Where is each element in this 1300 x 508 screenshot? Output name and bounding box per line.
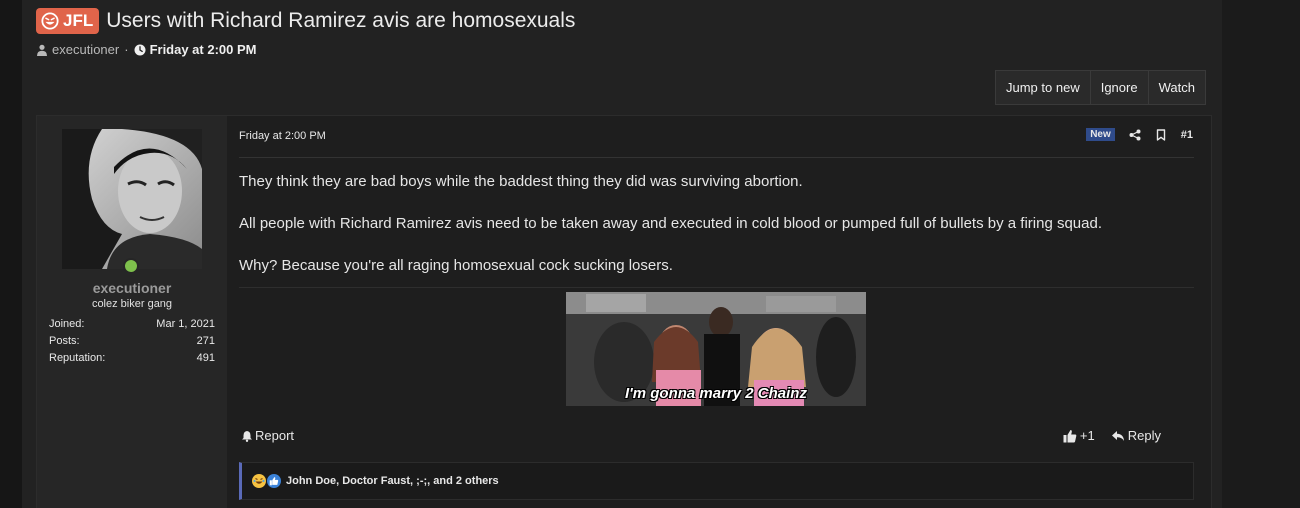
page-right-gutter xyxy=(1222,0,1300,508)
post-body: Friday at 2:00 PM New #1 They think they… xyxy=(227,116,1211,508)
user-icon xyxy=(37,44,47,56)
thread-meta: executioner · Friday at 2:00 PM xyxy=(36,42,257,57)
online-status-icon xyxy=(123,258,139,274)
jump-to-new-button[interactable]: Jump to new xyxy=(996,71,1091,104)
post-date-link[interactable]: Friday at 2:00 PM xyxy=(239,130,326,142)
share-icon[interactable] xyxy=(1129,129,1141,141)
post-number-link[interactable]: #1 xyxy=(1181,129,1193,141)
watch-button[interactable]: Watch xyxy=(1149,71,1205,104)
header-divider xyxy=(239,157,1194,158)
thread-prefix-label[interactable]: JFL xyxy=(36,8,100,34)
reply-label: Reply xyxy=(1127,428,1161,443)
bookmark-icon[interactable] xyxy=(1155,128,1167,141)
stat-value: 491 xyxy=(196,352,215,364)
content-divider xyxy=(239,287,1194,288)
thread-author-link[interactable]: executioner xyxy=(52,42,119,57)
embedded-gif[interactable]: I'm gonna marry 2 Chainz xyxy=(566,292,866,406)
user-title: colez biker gang xyxy=(91,298,173,310)
thumbs-up-icon xyxy=(1063,429,1077,442)
thread-button-group: Jump to new Ignore Watch xyxy=(995,70,1206,105)
meta-separator: · xyxy=(124,42,129,57)
avatar-image xyxy=(62,129,202,269)
clock-icon xyxy=(134,44,146,55)
reply-button[interactable]: Reply xyxy=(1111,428,1161,443)
bell-icon xyxy=(242,430,252,442)
report-label: Report xyxy=(255,428,295,443)
post-paragraph: Why? Because you're all raging homosexua… xyxy=(239,257,673,274)
reply-icon xyxy=(1111,430,1124,441)
post-actions: +1 Reply xyxy=(1047,428,1161,443)
post-paragraph: All people with Richard Ramirez avis nee… xyxy=(239,215,1103,232)
thread-title-row: JFL Users with Richard Ramirez avis are … xyxy=(36,8,575,34)
report-button[interactable]: Report xyxy=(241,428,294,443)
like-button[interactable]: +1 xyxy=(1063,428,1095,443)
stat-reputation: Reputation: 491 xyxy=(49,352,215,369)
ignore-button[interactable]: Ignore xyxy=(1091,71,1149,104)
post-message: executioner colez biker gang Joined: Mar… xyxy=(36,115,1212,508)
avatar[interactable] xyxy=(62,129,202,269)
reactions-bar[interactable]: John Doe, Doctor Faust, ;-;, and 2 other… xyxy=(239,462,1194,500)
new-badge: New xyxy=(1086,128,1115,141)
stat-label: Reputation: xyxy=(49,352,106,364)
crying-laughing-emoji-icon xyxy=(252,474,266,488)
stat-value: Mar 1, 2021 xyxy=(156,318,215,330)
reactions-list: John Doe, Doctor Faust, ;-;, and 2 other… xyxy=(286,475,499,487)
stat-posts: Posts: 271 xyxy=(49,335,215,352)
laughing-emoji-icon xyxy=(41,12,59,30)
stat-value[interactable]: 271 xyxy=(197,335,215,352)
stat-joined: Joined: Mar 1, 2021 xyxy=(49,318,215,335)
stat-label: Posts: xyxy=(49,335,80,347)
gif-caption: I'm gonna marry 2 Chainz xyxy=(625,385,807,402)
thread-date-link[interactable]: Friday at 2:00 PM xyxy=(150,42,257,57)
post-username[interactable]: executioner xyxy=(37,280,227,296)
user-stats: Joined: Mar 1, 2021 Posts: 271 Reputatio… xyxy=(49,318,215,369)
like-reaction-icon xyxy=(267,474,281,488)
post-user-cell: executioner colez biker gang Joined: Mar… xyxy=(37,116,227,508)
like-label: +1 xyxy=(1079,428,1095,443)
thread-prefix-text: JFL xyxy=(63,11,94,30)
stat-label: Joined: xyxy=(49,318,85,330)
thread-title: Users with Richard Ramirez avis are homo… xyxy=(106,9,576,32)
post-paragraph: They think they are bad boys while the b… xyxy=(239,173,803,190)
post-tools: New #1 xyxy=(1086,128,1193,141)
thread-page: JFL Users with Richard Ramirez avis are … xyxy=(22,0,1222,508)
